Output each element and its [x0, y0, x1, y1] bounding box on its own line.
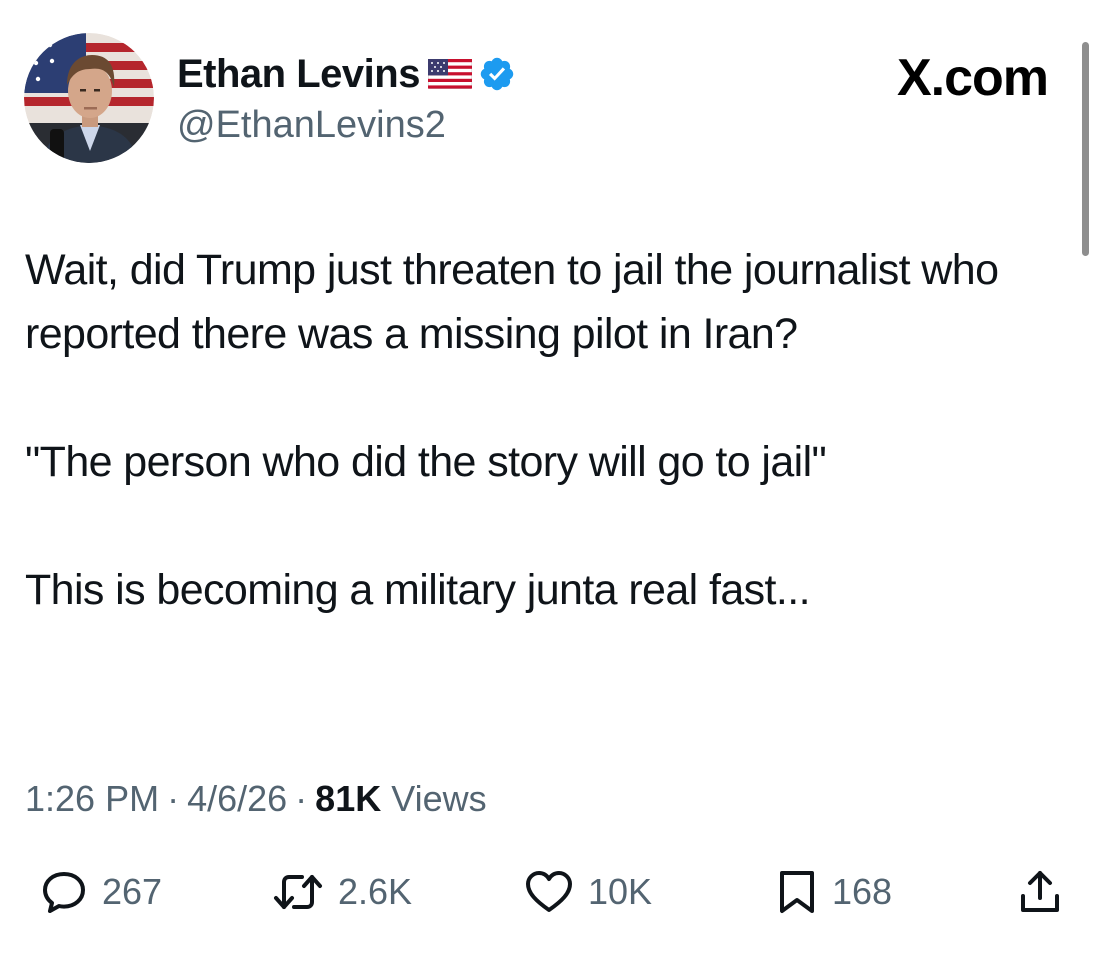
post-date[interactable]: 4/6/26	[187, 778, 287, 820]
meta-separator: ·	[295, 778, 308, 819]
post-time[interactable]: 1:26 PM	[25, 778, 159, 820]
x-com-logo: X.com	[896, 49, 1049, 107]
like-button[interactable]: 10K	[524, 864, 652, 920]
views-label[interactable]: Views	[391, 778, 486, 820]
repost-arrows-icon	[272, 870, 324, 914]
us-flag-icon	[427, 59, 472, 89]
scrollbar[interactable]	[1082, 42, 1089, 256]
heart-icon	[524, 870, 574, 914]
meta-separator: ·	[167, 778, 180, 819]
bookmark-button[interactable]: 168	[776, 864, 892, 920]
reply-count: 267	[102, 871, 163, 912]
speech-bubble-icon	[40, 869, 88, 915]
post-paragraph: Wait, did Trump just threaten to jail th…	[25, 246, 999, 358]
author-handle[interactable]: @EthanLevins2	[177, 104, 446, 147]
author-avatar[interactable]	[24, 33, 154, 163]
share-button[interactable]	[1018, 864, 1062, 920]
bookmark-icon	[776, 869, 818, 915]
post-paragraph: "The person who did the story will go to…	[25, 438, 827, 486]
views-count[interactable]: 81K	[315, 778, 381, 820]
author-name-row[interactable]: Ethan Levins	[177, 50, 516, 98]
repost-button[interactable]: 2.6K	[272, 864, 412, 920]
post-meta: 1:26 PM · 4/6/26 · 81K Views	[25, 772, 487, 826]
author-name[interactable]: Ethan Levins	[177, 52, 420, 97]
post-paragraph: This is becoming a military junta real f…	[25, 566, 811, 614]
post-text: Wait, did Trump just threaten to jail th…	[25, 238, 1055, 622]
share-upload-icon	[1018, 868, 1062, 916]
like-count: 10K	[588, 871, 653, 912]
repost-count: 2.6K	[338, 871, 413, 912]
verified-badge-icon[interactable]	[478, 55, 516, 93]
bookmark-count: 168	[832, 871, 893, 912]
reply-button[interactable]: 267	[40, 864, 162, 920]
